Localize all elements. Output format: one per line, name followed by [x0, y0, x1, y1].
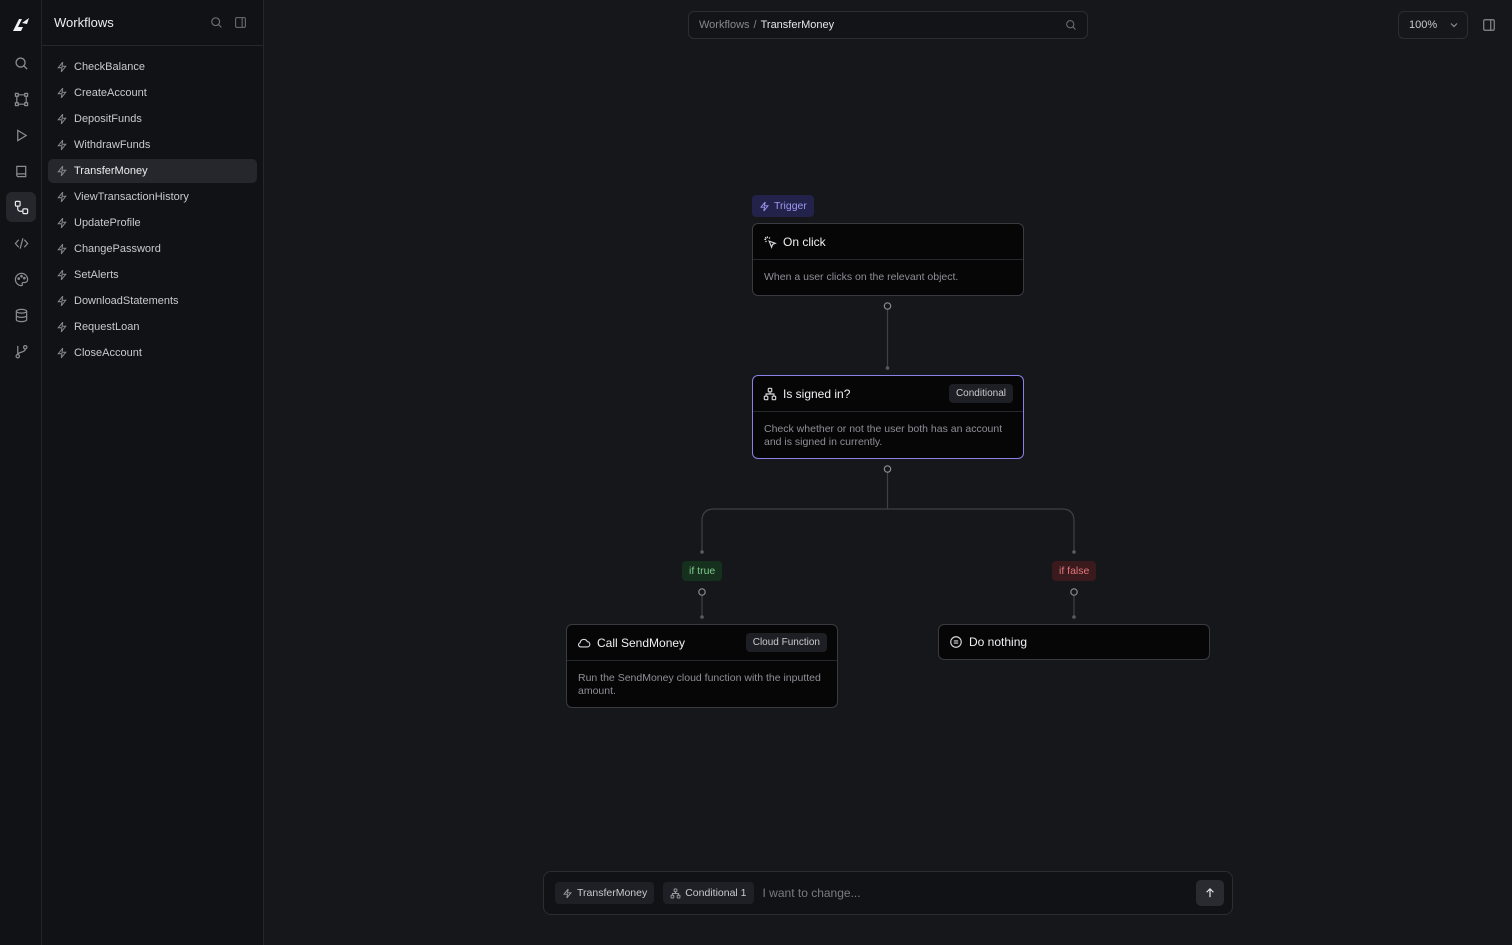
- edge-end-dot: [885, 366, 890, 370]
- node-title: On click: [783, 234, 826, 249]
- chip-label: Conditional 1: [685, 887, 747, 899]
- connector-dot: [883, 465, 892, 473]
- chip-label: TransferMoney: [577, 887, 648, 899]
- node-header: Call SendMoney Cloud Function: [567, 625, 837, 660]
- node-title: Do nothing: [969, 635, 1028, 649]
- node-title: Call SendMoney: [597, 635, 686, 650]
- send-button[interactable]: [1196, 880, 1224, 906]
- node-description: When a user clicks on the relevant objec…: [753, 259, 1023, 295]
- branch-false-label: if false: [1052, 561, 1097, 581]
- edge-end-dot: [1072, 615, 1076, 619]
- node-do-nothing[interactable]: Do nothing: [938, 624, 1210, 660]
- hierarchy-icon: [763, 387, 777, 401]
- connector-dot: [883, 302, 892, 310]
- bolt-icon: [760, 201, 769, 211]
- node-on-click[interactable]: On click When a user clicks on the relev…: [752, 223, 1024, 296]
- node-title: Is signed in?: [783, 386, 851, 401]
- branch-true-label: if true: [682, 561, 723, 581]
- edge-end-dot: [700, 615, 704, 619]
- node-type-tag: Conditional: [948, 384, 1013, 403]
- node-description: Run the SendMoney cloud function with th…: [567, 660, 837, 709]
- node-header: Is signed in? Conditional: [753, 376, 1023, 411]
- edge-end-dot: [1072, 550, 1076, 554]
- node-header: On click: [753, 224, 1023, 259]
- prompt-input[interactable]: [762, 886, 1196, 900]
- workflow-edges: [698, 302, 1078, 619]
- stop-circle-icon: [949, 635, 963, 649]
- connector-dot: [698, 588, 706, 596]
- node-description: Check whether or not the user both has a…: [753, 411, 1023, 460]
- ai-prompt-bar: TransferMoney Conditional 1: [543, 871, 1233, 915]
- context-chip-conditional[interactable]: Conditional 1: [663, 882, 754, 904]
- connector-dot: [1070, 588, 1078, 596]
- node-header: Do nothing: [939, 625, 1209, 659]
- arrow-up-icon: [1206, 888, 1214, 898]
- cloud-icon: [577, 636, 591, 650]
- trigger-label: Trigger: [774, 200, 807, 212]
- bolt-icon: [563, 888, 572, 898]
- edge-conditional-branches: [701, 469, 1075, 552]
- hierarchy-icon: [670, 888, 681, 898]
- trigger-tag: Trigger: [752, 195, 814, 217]
- node-type-tag: Cloud Function: [745, 633, 827, 652]
- context-chip-workflow[interactable]: TransferMoney: [555, 882, 655, 904]
- node-call-sendmoney[interactable]: Call SendMoney Cloud Function Run the Se…: [566, 624, 838, 708]
- edge-end-dot: [700, 550, 704, 554]
- node-conditional[interactable]: Is signed in? Conditional Check whether …: [752, 375, 1024, 459]
- pointer-click-icon: [763, 235, 777, 249]
